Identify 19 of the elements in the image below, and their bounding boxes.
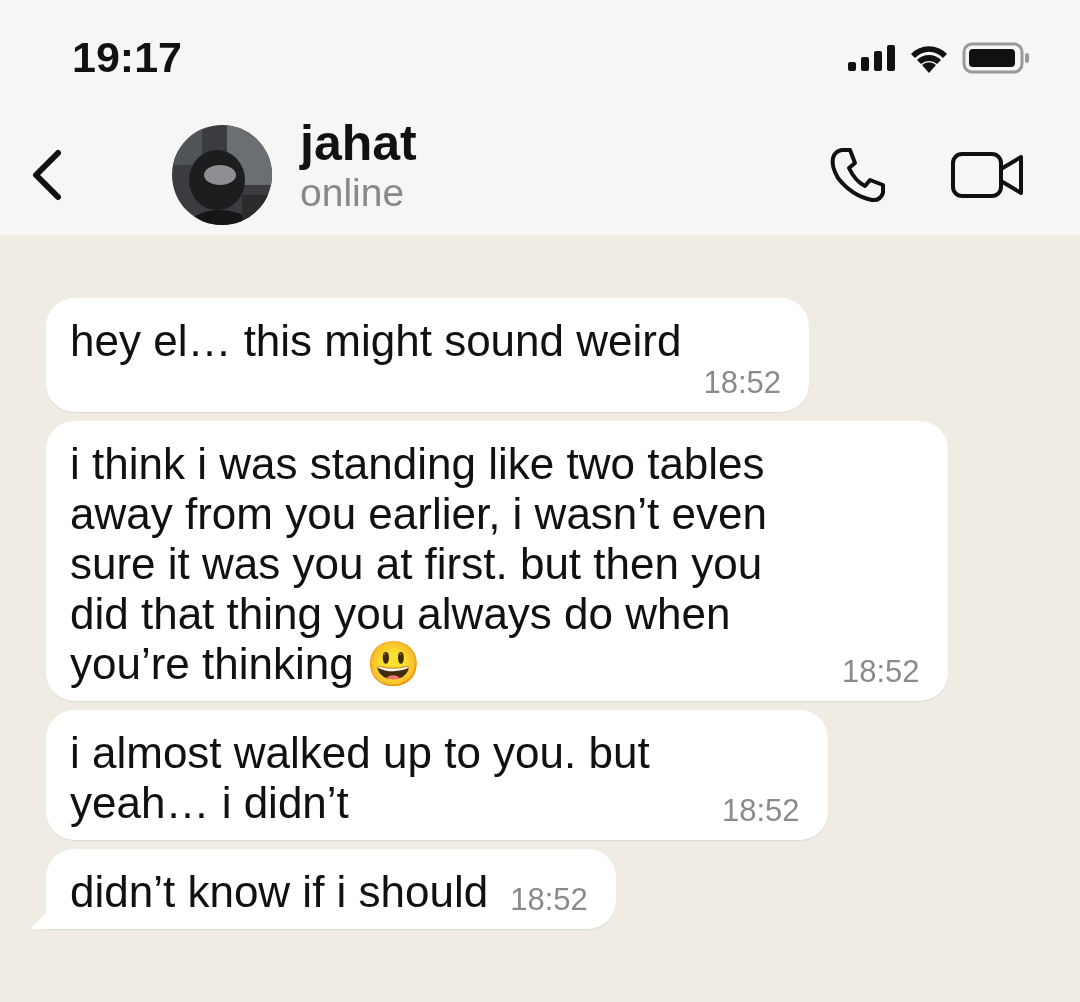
- signal-icon: [848, 44, 896, 71]
- message-time: 18:52: [721, 794, 800, 828]
- back-icon[interactable]: [30, 149, 62, 201]
- battery-icon: [962, 41, 1030, 74]
- status-time: 19:17: [72, 33, 182, 82]
- message-time: 18:52: [509, 883, 588, 917]
- message-bubble[interactable]: i think i was standing like two tables away from you earlier, i wasn’t even sure it was you at first. but then you did that thing you always do when you’re thinking 😃 18:52: [46, 421, 948, 701]
- message-text: didn’t know if i should: [70, 867, 489, 917]
- message-bubble[interactable]: i almost walked up to you. but yeah… i didn’t 18:52: [46, 710, 828, 840]
- message-text: hey el… this might sound weird: [70, 316, 682, 366]
- contact-name[interactable]: jahat: [300, 115, 764, 171]
- phone-icon[interactable]: [828, 146, 886, 204]
- message-time: 18:52: [841, 655, 920, 689]
- message-time: 18:52: [702, 366, 781, 400]
- contact-status: online: [300, 171, 406, 215]
- message-bubble[interactable]: hey el… this might sound weird 18:52: [46, 298, 809, 412]
- message-text: i almost walked up to you. but yeah… i didn’t: [70, 728, 651, 828]
- message-text: i think i was standing like two tables away from you earlier, i wasn’t even sure it was you at first. but then you did that thing you always do when you’re thinking 😃: [70, 439, 768, 689]
- video-call-icon[interactable]: [950, 151, 1024, 199]
